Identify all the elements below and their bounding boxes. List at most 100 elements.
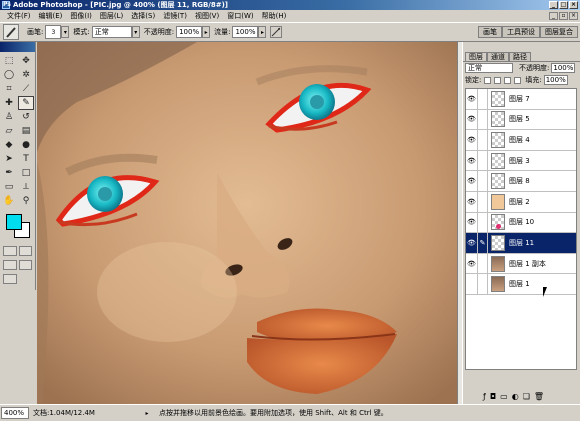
brush-tool-icon[interactable]: ✎ [18,96,34,110]
trash-icon[interactable]: 🗑 [534,392,544,401]
history-brush-tool-icon[interactable]: ↺ [18,110,34,124]
layer-row-selected[interactable]: 👁 ✎ 图层 11 [466,233,576,254]
minimize-button[interactable]: _ [549,1,558,9]
doc-restore-button[interactable]: ▫ [559,12,568,20]
pen-tool-icon[interactable]: ✒ [1,166,17,180]
clone-stamp-tool-icon[interactable]: ♙ [1,110,17,124]
standard-mode-button[interactable] [3,246,17,256]
marquee-tool-icon[interactable]: ⬚ [1,54,17,68]
eye-hidden-slot[interactable] [466,274,478,294]
brush-link-icon[interactable]: ✎ [478,233,488,253]
link-column[interactable] [478,274,488,294]
lock-all-checkbox[interactable] [514,76,522,84]
eye-icon[interactable]: 👁 [466,130,478,150]
layer-row[interactable]: 图层 1 [466,274,576,295]
well-tab-brushes[interactable]: 画笔 [478,26,502,38]
move-tool-icon[interactable]: ✥ [18,54,34,68]
lock-image-checkbox[interactable] [494,76,502,84]
brush-dropdown-arrow[interactable]: ▾ [61,26,70,38]
layer-row[interactable]: 👁 图层 5 [466,109,576,131]
document-canvas[interactable] [37,42,457,404]
lock-transparency-checkbox[interactable] [484,76,492,84]
menu-file[interactable]: 文件(F) [3,11,35,21]
notes-tool-icon[interactable]: ▭ [1,180,17,194]
doc-minimize-button[interactable]: _ [549,12,558,20]
menu-layer[interactable]: 图层(L) [96,11,127,21]
slice-tool-icon[interactable]: ⟋ [18,82,34,96]
layer-row[interactable]: 👁 图层 2 [466,191,576,213]
link-column[interactable] [478,89,488,109]
zoom-tool-icon[interactable]: ⚲ [18,194,34,208]
link-column[interactable] [478,109,488,130]
quick-mask-mode-button[interactable] [18,246,32,256]
tool-preset-picker[interactable] [3,24,19,40]
zoom-level-input[interactable]: 400% [1,407,29,419]
menu-view[interactable]: 视图(V) [191,11,223,21]
layer-opacity-input[interactable]: 100% [551,63,576,73]
menu-help[interactable]: 帮助(H) [258,11,291,21]
jump-to-imageready-button[interactable] [3,274,17,284]
eye-icon[interactable]: 👁 [466,150,478,171]
link-column[interactable] [478,253,488,274]
close-button[interactable]: × [569,1,578,9]
menu-select[interactable]: 选择(S) [127,11,159,21]
standard-screen-mode-button[interactable] [3,260,17,270]
link-column[interactable] [478,191,488,212]
foreground-color-swatch[interactable] [6,214,22,230]
status-menu-arrow-icon[interactable]: ▸ [143,408,151,418]
link-column[interactable] [478,130,488,150]
path-selection-tool-icon[interactable]: ➤ [1,152,17,166]
menu-image[interactable]: 图像(I) [66,11,96,21]
crop-tool-icon[interactable]: ⌗ [1,82,17,96]
eye-icon[interactable]: 👁 [466,109,478,130]
mode-select[interactable]: 正常 [91,26,132,38]
layer-row[interactable]: 👁 图层 1 副本 [466,253,576,275]
flow-dropdown-arrow[interactable]: ▸ [258,26,267,38]
blur-tool-icon[interactable]: ◆ [1,138,17,152]
tab-channels[interactable]: 通道 [487,52,509,61]
menu-edit[interactable]: 编辑(E) [35,11,67,21]
toolbox-header[interactable] [0,42,35,52]
maximize-button[interactable]: □ [559,1,568,9]
layer-row[interactable]: 👁 图层 3 [466,150,576,172]
layer-row[interactable]: 👁 图层 8 [466,171,576,192]
eye-icon[interactable]: 👁 [466,171,478,191]
mode-dropdown-arrow[interactable]: ▾ [131,26,140,38]
hand-tool-icon[interactable]: ✋ [1,194,17,208]
tab-layers[interactable]: 图层 [465,52,487,61]
link-column[interactable] [478,171,488,191]
magic-wand-tool-icon[interactable]: ✲ [18,68,34,82]
eraser-tool-icon[interactable]: ▱ [1,124,17,138]
eye-icon[interactable]: 👁 [466,89,478,109]
airbrush-toggle[interactable] [270,26,283,38]
eye-icon[interactable]: 👁 [466,212,478,233]
eye-icon[interactable]: 👁 [466,191,478,212]
fill-input[interactable]: 100% [543,75,568,85]
eyedropper-tool-icon[interactable]: ⟂ [18,180,34,194]
well-tab-tool-presets[interactable]: 工具预设 [502,26,540,38]
add-layer-style-icon[interactable]: ƒ [483,392,486,401]
gradient-tool-icon[interactable]: ▤ [18,124,34,138]
opacity-dropdown-arrow[interactable]: ▸ [202,26,211,38]
layer-row[interactable]: 👁 图层 7 [466,89,576,110]
type-tool-icon[interactable]: T [18,152,34,166]
add-mask-icon[interactable]: ◘ [490,392,496,401]
link-column[interactable] [478,212,488,233]
well-tab-layer-comps[interactable]: 图层复合 [540,26,578,38]
menu-window[interactable]: 窗口(W) [223,11,257,21]
link-column[interactable] [478,150,488,171]
eye-icon[interactable]: 👁 [466,253,478,274]
new-adjustment-layer-icon[interactable]: ◐ [512,392,519,401]
full-screen-mode-button[interactable] [18,260,32,270]
opacity-input[interactable]: 100% [176,26,203,38]
tab-paths[interactable]: 路径 [509,52,531,61]
lasso-tool-icon[interactable]: ◯ [1,68,17,82]
flow-input[interactable]: 100% [232,26,259,38]
healing-brush-tool-icon[interactable]: ✚ [1,96,17,110]
lock-position-checkbox[interactable] [504,76,512,84]
layer-row[interactable]: 👁 图层 10 [466,212,576,234]
dodge-tool-icon[interactable]: ● [18,138,34,152]
blend-mode-select[interactable]: 正常 [465,63,513,73]
layer-row[interactable]: 👁 图层 4 [466,130,576,151]
shape-tool-icon[interactable]: □ [18,166,34,180]
